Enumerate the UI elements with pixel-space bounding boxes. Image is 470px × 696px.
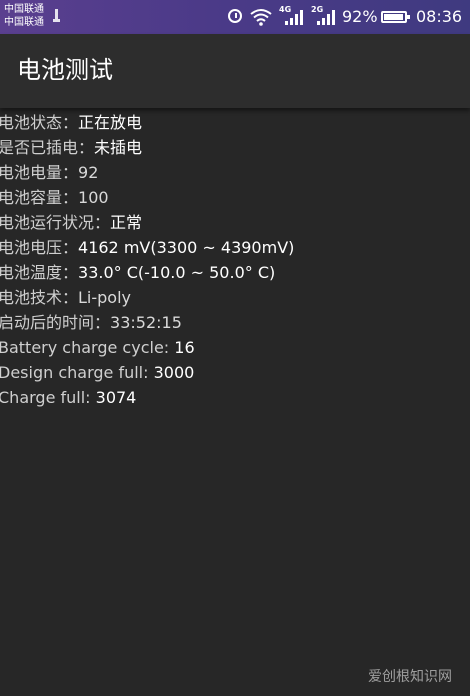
info-label: 是否已插电： — [0, 138, 95, 157]
info-value: 未插电 — [94, 138, 143, 157]
info-label: 电池运行状况： — [0, 213, 111, 232]
info-value: 正常 — [110, 213, 143, 232]
info-row-battery-technology: 电池技术：Li-poly — [0, 285, 470, 310]
app-bar: 电池测试 — [0, 34, 470, 108]
clock: 08:36 — [416, 7, 463, 26]
info-row-battery-status: 电池状态：正在放电 — [0, 110, 470, 135]
info-row-battery-level: 电池电量：92 — [0, 160, 470, 185]
info-row-battery-capacity: 电池容量：100 — [0, 185, 470, 210]
info-value: 16 — [174, 338, 195, 357]
info-row-battery-temperature: 电池温度：33.0° C(-10.0 ~ 50.0° C) — [0, 260, 470, 285]
info-row-uptime: 启动后的时间：33:52:15 — [0, 310, 470, 335]
info-value: 92 — [78, 163, 99, 182]
info-value: Li-poly — [78, 288, 132, 307]
carrier-label: 中国联通 — [4, 4, 44, 15]
info-value: 正在放电 — [78, 113, 143, 132]
info-value: 3074 — [95, 388, 137, 407]
info-label: 电池容量： — [0, 188, 79, 207]
signal-icon — [317, 10, 335, 25]
info-row-charge-cycle: Battery charge cycle: 16 — [0, 335, 470, 360]
info-value: 3000 — [153, 363, 195, 382]
status-bar: 中国联通 中国联通 4G 2G 92% 08:36 — [0, 0, 470, 34]
wifi-icon — [250, 9, 272, 26]
info-row-charge-full: Charge full: 3074 — [0, 385, 470, 410]
info-label: Charge full: — [0, 388, 96, 407]
info-row-design-charge-full: Design charge full: 3000 — [0, 360, 470, 385]
info-value: 33:52:15 — [110, 313, 182, 332]
info-value: 33.0° C(-10.0 ~ 50.0° C) — [78, 263, 276, 282]
signal-icon — [285, 10, 303, 25]
info-row-plugged: 是否已插电：未插电 — [0, 135, 470, 160]
battery-info-list: 电池状态：正在放电 是否已插电：未插电 电池电量：92 电池容量：100 电池运… — [0, 110, 470, 410]
info-label: 电池电压： — [0, 238, 79, 257]
info-label: 电池温度： — [0, 263, 79, 282]
info-label: Battery charge cycle: — [0, 338, 175, 357]
info-value: 4162 mV(3300 ~ 4390mV) — [78, 238, 295, 257]
carrier-label: 中国联通 — [4, 17, 44, 28]
info-value: 100 — [78, 188, 109, 207]
battery-icon — [381, 11, 410, 23]
usb-icon — [53, 9, 60, 22]
info-label: 电池技术： — [0, 288, 79, 307]
info-row-battery-health: 电池运行状况：正常 — [0, 210, 470, 235]
info-row-battery-voltage: 电池电压：4162 mV(3300 ~ 4390mV) — [0, 235, 470, 260]
page-title: 电池测试 — [17, 56, 113, 84]
info-label: Design charge full: — [0, 363, 154, 382]
info-label: 启动后的时间： — [0, 313, 111, 332]
info-label: 电池状态： — [0, 113, 79, 132]
battery-percent: 92% — [342, 7, 378, 26]
alarm-icon — [228, 9, 242, 23]
info-label: 电池电量： — [0, 163, 79, 182]
watermark: 爱创根知识网 — [368, 669, 452, 685]
